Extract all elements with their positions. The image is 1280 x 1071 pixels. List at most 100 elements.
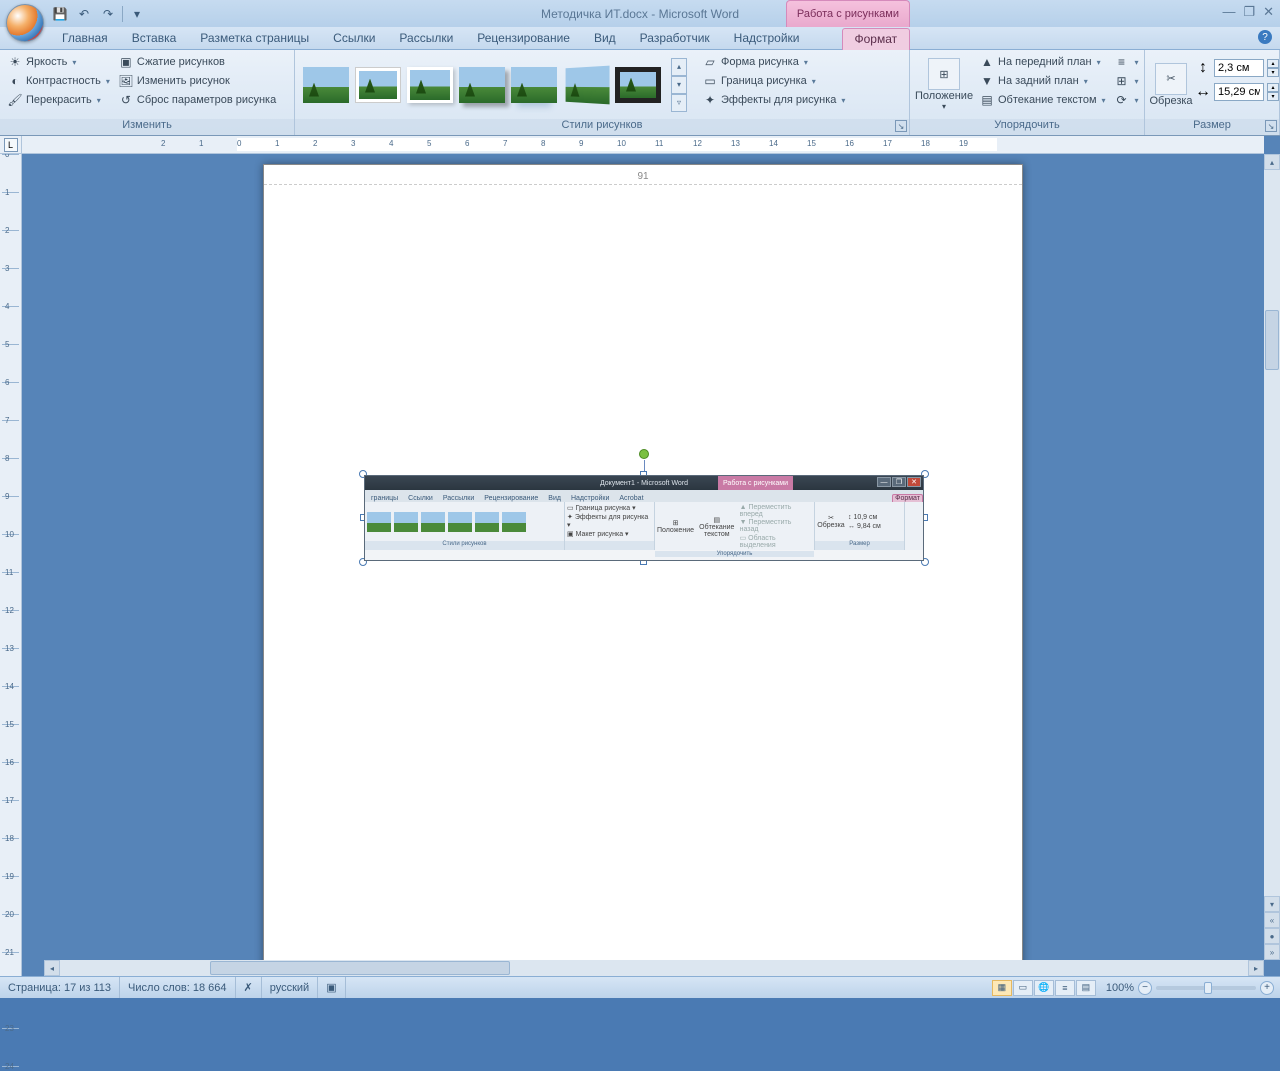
ribbon-group-label-adjust: Изменить — [0, 119, 294, 135]
tab-mailings[interactable]: Рассылки — [387, 28, 465, 49]
height-up[interactable]: ▴ — [1267, 59, 1279, 68]
send-back-icon: ▼ — [979, 73, 995, 89]
crop-icon: ✂ — [1155, 63, 1187, 95]
ribbon-group-label-arrange: Упорядочить — [910, 119, 1144, 135]
window-controls: — ❐ ✕ — [1222, 4, 1274, 20]
status-proofing[interactable]: ✗ — [236, 977, 262, 998]
tab-page-layout[interactable]: Разметка страницы — [188, 28, 321, 49]
gallery-scroll-down[interactable]: ▾ — [671, 76, 687, 94]
horizontal-ruler[interactable]: 21012345678910111213141516171819 — [22, 136, 1264, 153]
tab-addins[interactable]: Надстройки — [722, 28, 812, 49]
contrast-button[interactable]: ◐Контрастность▾ — [4, 72, 113, 90]
recolor-icon: 🖌 — [7, 92, 23, 108]
document-scroll-area: 91 Документ1 - Microsoft Word — [22, 136, 1280, 976]
gallery-scroll-up[interactable]: ▴ — [671, 58, 687, 76]
group-icon: ⊞ — [1114, 73, 1130, 89]
picture-shape-button[interactable]: ▱Форма рисунка▾ — [699, 53, 848, 71]
zoom-slider[interactable] — [1156, 986, 1256, 990]
view-web-layout[interactable]: 🌐 — [1034, 980, 1054, 996]
view-draft[interactable]: ▤ — [1076, 980, 1096, 996]
help-icon[interactable]: ? — [1258, 30, 1272, 44]
browse-select[interactable]: ● — [1264, 928, 1280, 944]
gallery-scroll: ▴ ▾ ▿ — [671, 58, 687, 112]
picture-effects-icon: ✦ — [702, 92, 718, 108]
qat-undo-icon[interactable]: ↶ — [74, 4, 94, 24]
gallery-more[interactable]: ▿ — [671, 94, 687, 112]
hscroll-thumb[interactable] — [210, 961, 510, 975]
styles-dialog-launcher[interactable]: ↘ — [895, 120, 907, 132]
browse-prev[interactable]: « — [1264, 912, 1280, 928]
minimize-button[interactable]: — — [1222, 4, 1235, 20]
picture-border-button[interactable]: ▭Граница рисунка▾ — [699, 72, 848, 90]
text-wrapping-button[interactable]: ▤Обтекание текстом▾ — [976, 91, 1109, 109]
zoom-out-button[interactable]: − — [1138, 981, 1152, 995]
hscroll-right[interactable]: ▸ — [1248, 960, 1264, 976]
tab-view[interactable]: Вид — [582, 28, 628, 49]
picture-style-thumb-7[interactable] — [615, 67, 661, 103]
tabstop-selector[interactable]: L — [0, 136, 22, 154]
change-picture-button[interactable]: 🖼Изменить рисунок — [115, 72, 279, 90]
rotation-handle[interactable] — [639, 449, 649, 459]
view-full-screen[interactable]: ▭ — [1013, 980, 1033, 996]
zoom-slider-knob[interactable] — [1204, 982, 1212, 994]
document-area: L 21012345678910111213141516171819 01234… — [0, 136, 1280, 976]
status-page[interactable]: Страница: 17 из 113 — [0, 977, 120, 998]
group-button[interactable]: ⊞▾ — [1111, 72, 1142, 90]
brightness-button[interactable]: ☀Яркость▾ — [4, 53, 113, 71]
height-down[interactable]: ▾ — [1267, 68, 1279, 77]
width-input[interactable] — [1214, 83, 1264, 101]
send-to-back-button[interactable]: ▼На задний план▾ — [976, 72, 1109, 90]
width-down[interactable]: ▾ — [1267, 92, 1279, 101]
picture-style-thumb-4[interactable] — [459, 67, 505, 103]
rotate-button[interactable]: ⟳▾ — [1111, 91, 1142, 109]
qat-customize-icon[interactable]: ▾ — [127, 4, 147, 24]
qat-save-icon[interactable]: 💾 — [50, 4, 70, 24]
vertical-ruler[interactable]: 0123456789101112131415161718192021222324 — [0, 154, 22, 976]
restore-button[interactable]: ❐ — [1243, 4, 1255, 20]
qat-redo-icon[interactable]: ↷ — [98, 4, 118, 24]
bring-to-front-button[interactable]: ▲На передний план▾ — [976, 53, 1109, 71]
zoom-level[interactable]: 100% — [1106, 982, 1134, 994]
status-language[interactable]: русский — [262, 977, 318, 998]
status-macro[interactable]: ▣ — [318, 977, 345, 998]
position-button[interactable]: ⊞ Положение▾ — [914, 53, 974, 116]
width-up[interactable]: ▴ — [1267, 83, 1279, 92]
tab-developer[interactable]: Разработчик — [628, 28, 722, 49]
close-button[interactable]: ✕ — [1263, 4, 1274, 20]
tab-references[interactable]: Ссылки — [321, 28, 387, 49]
height-input[interactable] — [1214, 59, 1264, 77]
picture-style-thumb-5[interactable] — [511, 67, 557, 103]
browse-next[interactable]: » — [1264, 944, 1280, 960]
align-button[interactable]: ≡▾ — [1111, 53, 1142, 71]
text-wrap-icon: ▤ — [979, 92, 995, 108]
ribbon-group-adjust: ☀Яркость▾ ◐Контрастность▾ 🖌Перекрасить▾ … — [0, 50, 295, 135]
view-print-layout[interactable]: ▦ — [992, 980, 1012, 996]
reset-picture-button[interactable]: ↺Сброс параметров рисунка — [115, 91, 279, 109]
picture-style-thumb-6[interactable] — [563, 67, 609, 103]
vscroll-thumb[interactable] — [1265, 310, 1279, 370]
page-container[interactable]: 91 Документ1 - Microsoft Word — [22, 154, 1264, 960]
crop-button[interactable]: ✂ Обрезка — [1149, 53, 1193, 116]
status-word-count[interactable]: Число слов: 18 664 — [120, 977, 235, 998]
page: 91 Документ1 - Microsoft Word — [263, 164, 1023, 960]
picture-style-thumb-3[interactable] — [407, 67, 453, 103]
size-dialog-launcher[interactable]: ↘ — [1265, 120, 1277, 132]
picture-effects-button[interactable]: ✦Эффекты для рисунка▾ — [699, 91, 848, 109]
tab-format[interactable]: Формат — [842, 28, 911, 50]
zoom-in-button[interactable]: + — [1260, 981, 1274, 995]
selected-picture[interactable]: Документ1 - Microsoft Word Работа с рису… — [364, 475, 924, 561]
hscroll-left[interactable]: ◂ — [44, 960, 60, 976]
vscroll-up[interactable]: ▴ — [1264, 154, 1280, 170]
compress-pictures-button[interactable]: ▣Сжатие рисунков — [115, 53, 279, 71]
office-button[interactable] — [6, 4, 44, 42]
vscroll-down[interactable]: ▾ — [1264, 896, 1280, 912]
horizontal-scrollbar[interactable]: ◂ ▸ — [44, 960, 1264, 976]
picture-style-thumb-2[interactable] — [355, 67, 401, 103]
view-outline[interactable]: ≡ — [1055, 980, 1075, 996]
vertical-scrollbar[interactable]: ▴ ▾ « ● » — [1264, 154, 1280, 960]
tab-home[interactable]: Главная — [50, 28, 120, 49]
tab-review[interactable]: Рецензирование — [465, 28, 582, 49]
picture-style-thumb-1[interactable] — [303, 67, 349, 103]
recolor-button[interactable]: 🖌Перекрасить▾ — [4, 91, 113, 109]
tab-insert[interactable]: Вставка — [120, 28, 189, 49]
